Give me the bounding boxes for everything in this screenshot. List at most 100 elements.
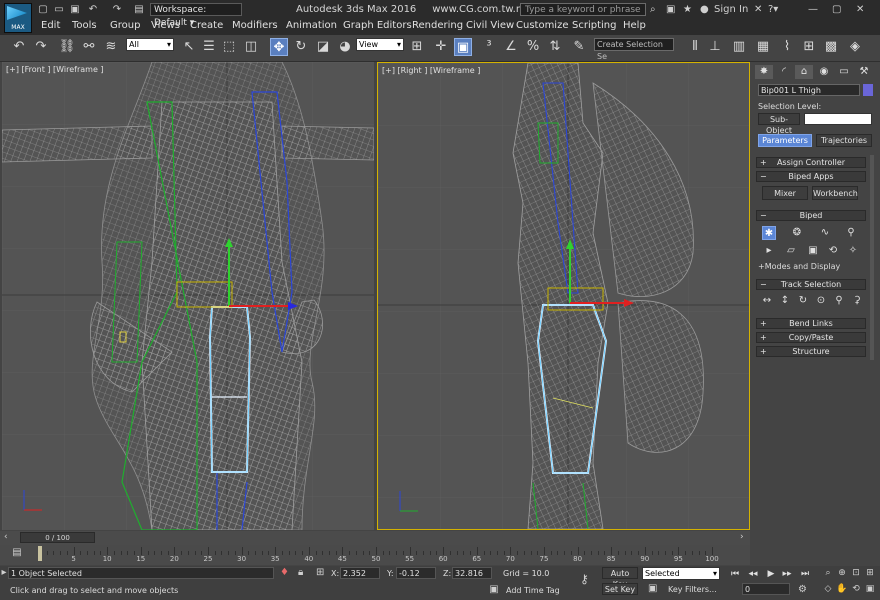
save-file-icon[interactable]: ▣ (68, 3, 82, 16)
maxscript-listener-icon[interactable]: ▸ (0, 567, 8, 578)
body-vertical-icon[interactable]: ↕ (778, 294, 792, 308)
unlink-icon[interactable]: ⚯ (80, 38, 98, 56)
parameters-tab[interactable]: Parameters (758, 134, 812, 147)
mini-curve-editor-icon[interactable]: ▤ (10, 547, 24, 561)
reference-coordinate-dropdown[interactable]: View (356, 38, 404, 51)
menu-civil-view[interactable]: Civil View (466, 19, 514, 33)
create-tab-icon[interactable]: ✸ (755, 65, 773, 79)
select-and-scale-icon[interactable]: ◪ (314, 38, 332, 56)
load-file-icon[interactable]: ▱ (784, 244, 798, 258)
object-color-swatch[interactable] (863, 84, 873, 96)
mixer-mode-icon[interactable]: ⚲ (844, 226, 858, 240)
sub-object-button[interactable]: Sub-Object (758, 113, 800, 135)
zoom-extents-all-icon[interactable]: ⊞ (864, 568, 876, 579)
go-to-end-icon[interactable]: ⏭ (798, 568, 812, 580)
mixer-button[interactable]: Mixer (762, 186, 808, 200)
new-file-icon[interactable]: ▢ (36, 3, 50, 16)
front-viewport-label[interactable]: [+] [Front ] [Wireframe ] (6, 65, 104, 74)
rectangular-selection-icon[interactable]: ⬚ (220, 38, 238, 56)
maximize-viewport-icon[interactable]: ▣ (864, 584, 876, 595)
previous-frame-icon[interactable]: ◂◂ (746, 568, 760, 580)
search-input[interactable]: Type a keyword or phrase (520, 3, 646, 16)
isolate-selection-icon[interactable]: ♦ (280, 567, 289, 578)
hierarchy-tab-icon[interactable]: ⌂ (795, 65, 813, 79)
biped-playback-icon[interactable]: ▸ (762, 244, 776, 258)
move-all-mode-icon[interactable]: ✧ (846, 244, 860, 258)
select-manipulate-icon[interactable]: ✛ (432, 38, 450, 56)
close-button[interactable]: ✕ (856, 3, 864, 16)
spinner-snap-icon[interactable]: ⇅ (546, 38, 564, 56)
bind-space-warp-icon[interactable]: ≋ (102, 38, 120, 56)
right-viewport[interactable]: [+] [Right ] [Wireframe ] (377, 62, 750, 530)
right-viewport-label[interactable]: [+] [Right ] [Wireframe ] (382, 66, 480, 75)
utilities-tab-icon[interactable]: ⚒ (855, 65, 873, 79)
menu-create[interactable]: Create (190, 19, 223, 33)
structure-rollout[interactable]: + Structure (756, 346, 866, 357)
schematic-view-icon[interactable]: ⊞ (800, 38, 818, 56)
workspace-dropdown[interactable]: Workspace: Default ▾ (150, 3, 242, 28)
trajectories-tab[interactable]: Trajectories (816, 134, 872, 147)
pan-view-icon[interactable]: ✋ (836, 584, 848, 595)
footstep-mode-icon[interactable]: ❂ (790, 226, 804, 240)
front-viewport[interactable]: [+] [Front ] [Wireframe ] (2, 62, 374, 530)
menu-views[interactable]: Views (151, 19, 180, 33)
lock-com-keying-icon[interactable]: ⊙ (814, 294, 828, 308)
menu-rendering[interactable]: Rendering (412, 19, 463, 33)
command-panel-scrollbar[interactable] (870, 155, 874, 360)
menu-group[interactable]: Group (110, 19, 140, 33)
angle-snap-icon[interactable]: ∠ (502, 38, 520, 56)
time-slider-left-arrow[interactable]: ‹ (4, 532, 8, 542)
assign-controller-rollout[interactable]: + Assign Controller (756, 157, 866, 168)
menu-tools[interactable]: Tools (72, 19, 97, 33)
snaps-toggle-icon[interactable]: ³ (480, 38, 498, 56)
favorites-icon[interactable]: ★ (683, 3, 692, 16)
select-by-name-icon[interactable]: ☰ (200, 38, 218, 56)
biped-apps-rollout[interactable]: − Biped Apps (756, 171, 866, 182)
minimize-button[interactable]: — (808, 3, 818, 16)
time-slider-handle[interactable]: 0 / 100 (20, 532, 95, 543)
user-icon[interactable]: ● (700, 3, 709, 16)
zoom-all-icon[interactable]: ⊕ (836, 568, 848, 579)
track-bar[interactable]: 0510152025303540455055606570758085909510… (0, 545, 750, 565)
link-icon[interactable]: ⛓ (58, 38, 76, 56)
material-editor-icon[interactable]: ▩ (822, 38, 840, 56)
menu-help[interactable]: Help (623, 19, 646, 33)
play-icon[interactable]: ▶ (764, 568, 778, 580)
current-frame-field[interactable]: 0 (742, 583, 790, 595)
redo-icon[interactable]: ↷ (110, 3, 124, 16)
undo-icon[interactable]: ↶ (10, 38, 28, 56)
select-and-move-icon[interactable]: ✥ (270, 38, 288, 56)
opposite-icon[interactable]: ⚳ (850, 294, 864, 308)
align-icon[interactable]: ⊥ (706, 38, 724, 56)
selection-lock-icon[interactable]: 🔒︎ (298, 567, 303, 578)
help-dropdown-icon[interactable]: ?▾ (768, 3, 778, 16)
exchange-icon[interactable]: ✕ (754, 3, 762, 16)
modes-display-toggle[interactable]: +Modes and Display (758, 262, 840, 271)
select-and-rotate-icon[interactable]: ↻ (292, 38, 310, 56)
field-of-view-icon[interactable]: ◇ (822, 584, 834, 595)
track-selection-rollout[interactable]: − Track Selection (756, 279, 866, 290)
body-horizontal-icon[interactable]: ↔ (760, 294, 774, 308)
modify-tab-icon[interactable]: ◜ (775, 65, 793, 79)
key-mode-dropdown[interactable]: Selected (642, 567, 720, 580)
menu-animation[interactable]: Animation (286, 19, 337, 33)
figure-mode-icon[interactable]: ✱ (762, 226, 776, 240)
x-coordinate-field[interactable]: 2.352 (340, 567, 380, 579)
menu-modifiers[interactable]: Modifiers (232, 19, 278, 33)
set-keys-icon[interactable]: ⚷ (580, 572, 589, 586)
key-filters-button[interactable]: Key Filters... (668, 585, 717, 594)
time-slider[interactable]: ‹ 0 / 100 › (0, 531, 750, 545)
graphite-toolbar-icon[interactable]: ▦ (754, 38, 772, 56)
render-setup-icon[interactable]: ◈ (846, 38, 864, 56)
menu-scripting[interactable]: Scripting (572, 19, 616, 33)
time-slider-right-arrow[interactable]: › (740, 532, 744, 542)
search-icon[interactable]: ⌕ (650, 3, 656, 16)
absolute-mode-icon[interactable]: ⊞ (316, 567, 324, 578)
percent-snap-icon[interactable]: % (524, 38, 542, 56)
redo-icon[interactable]: ↷ (32, 38, 50, 56)
auto-key-button[interactable]: Auto Key (602, 567, 638, 589)
undo-icon[interactable]: ↶ (86, 3, 100, 16)
maximize-button[interactable]: ▢ (832, 3, 841, 16)
add-time-tag-button[interactable]: Add Time Tag (506, 586, 560, 595)
set-key-button[interactable]: Set Key (602, 583, 638, 595)
